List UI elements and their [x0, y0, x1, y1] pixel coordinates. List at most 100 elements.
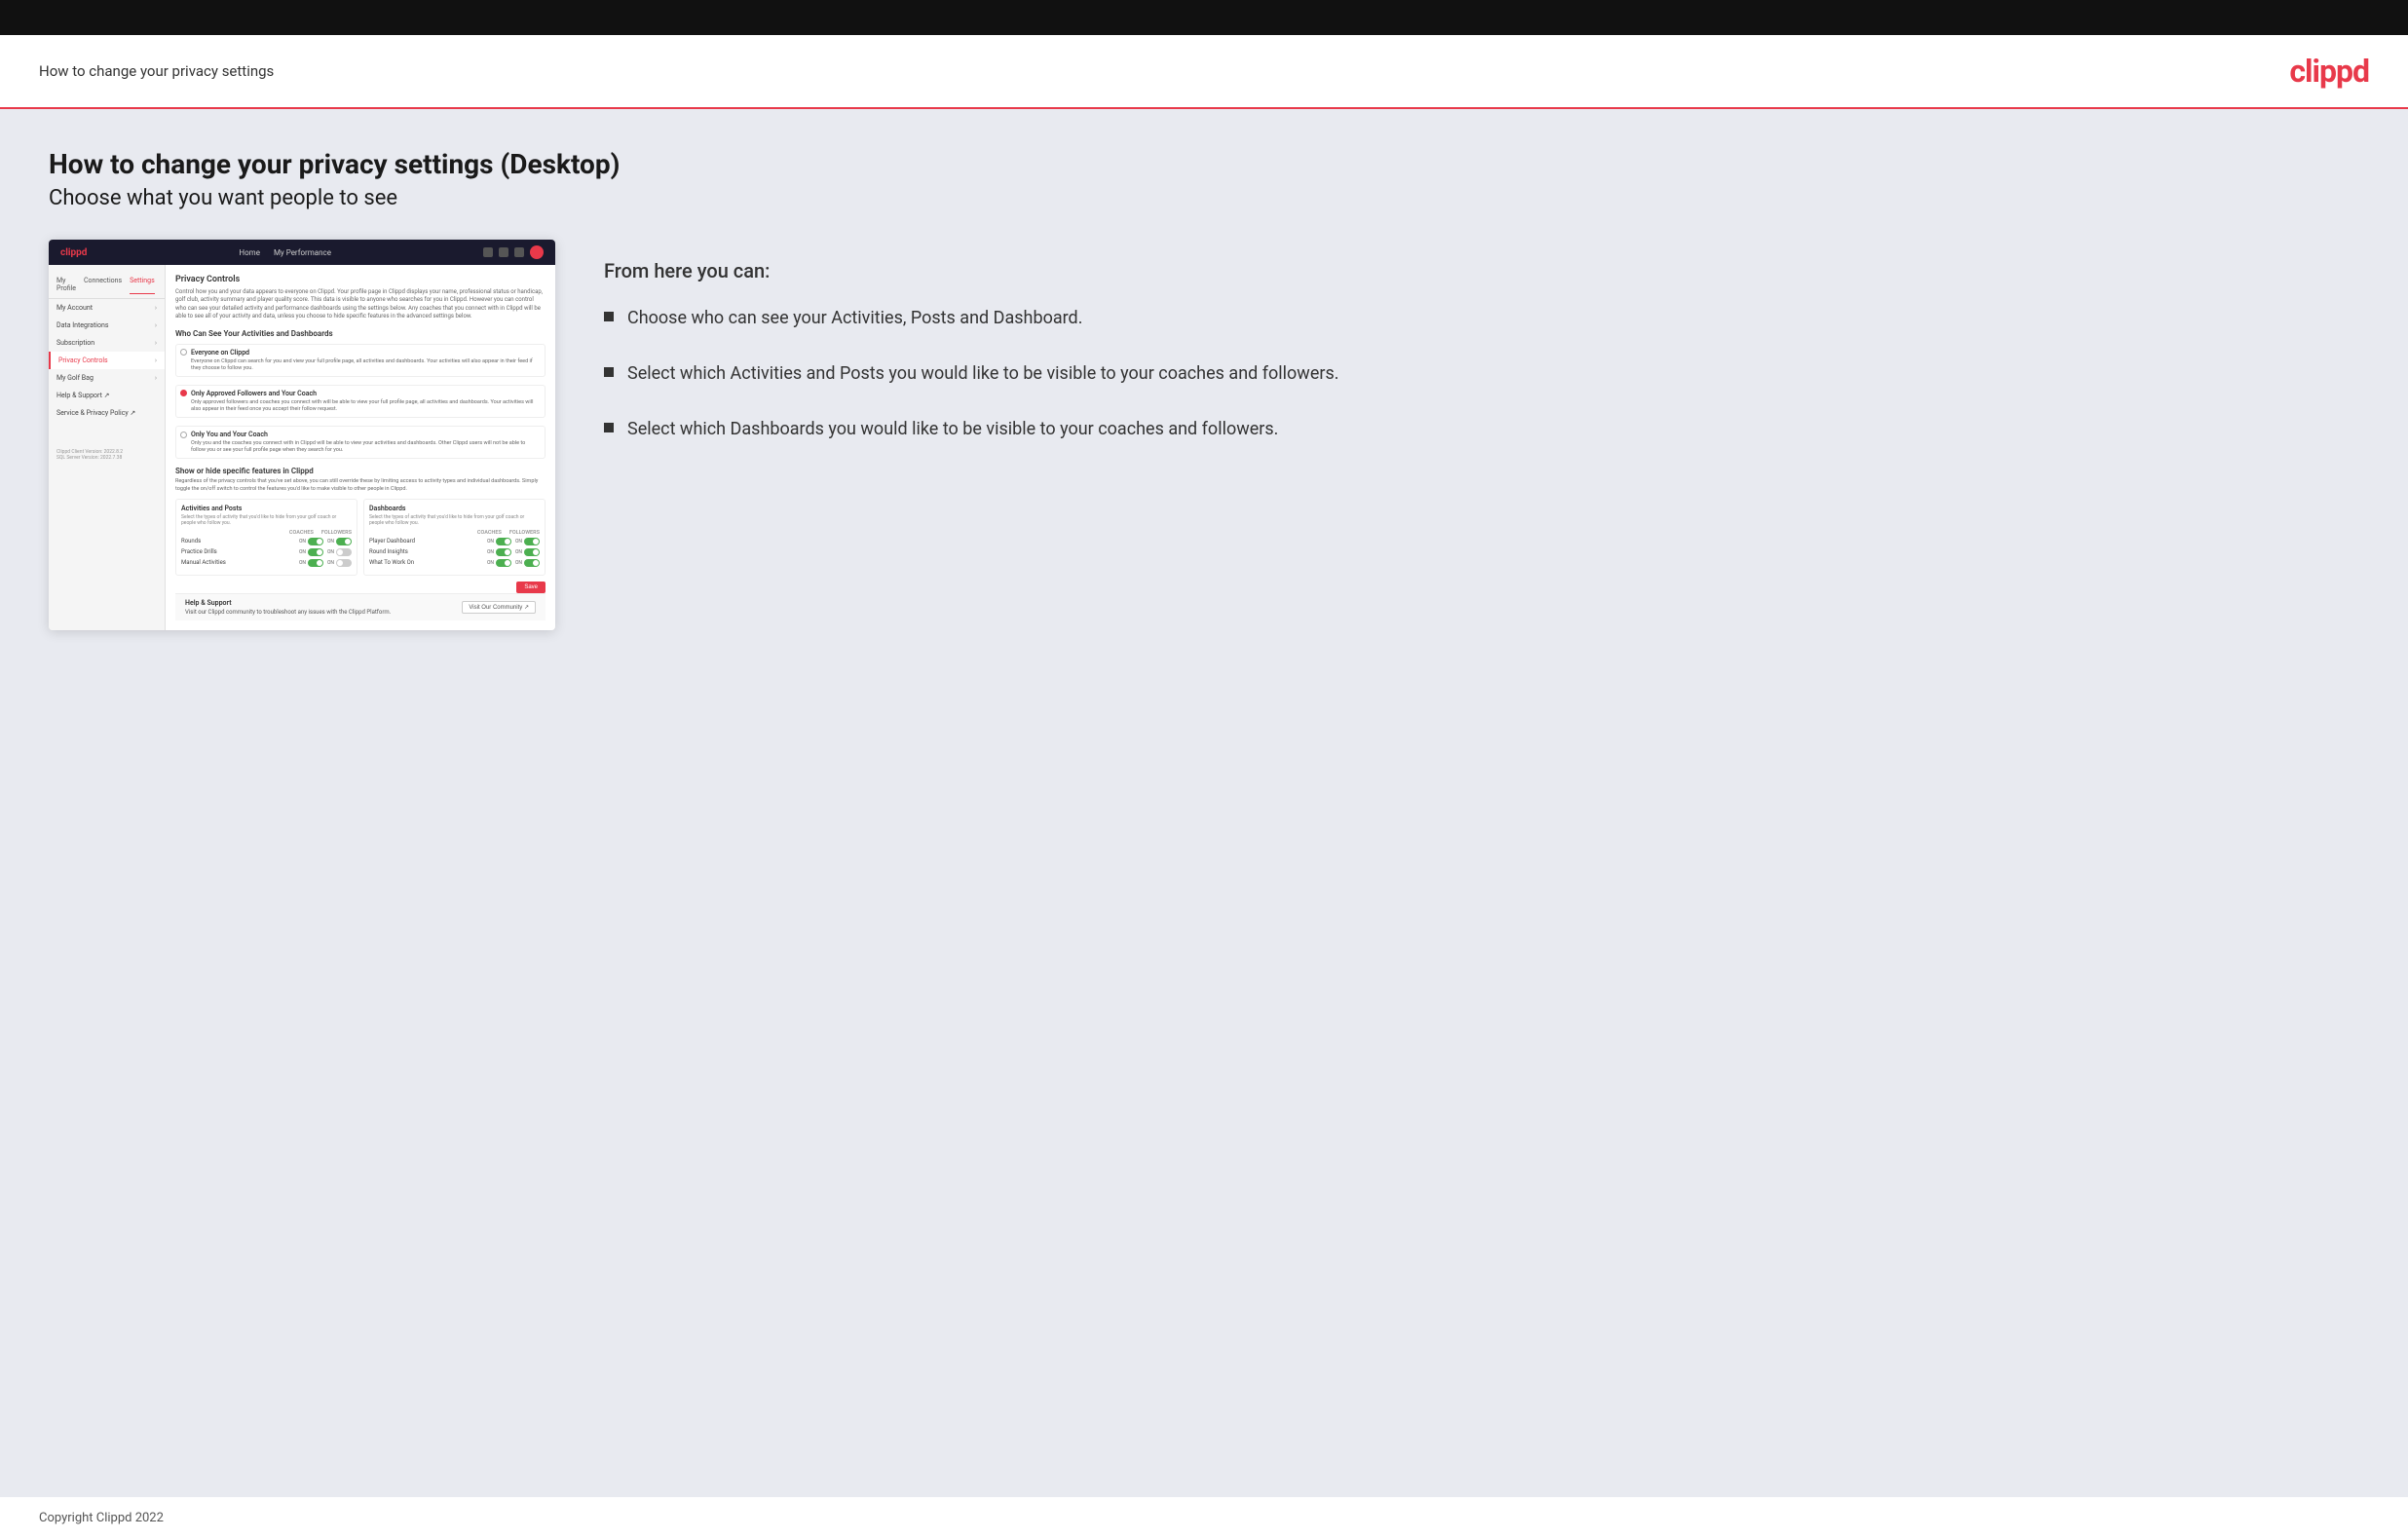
header: How to change your privacy settings clip… [0, 35, 2408, 109]
ri-coaches-on-label: ON [487, 549, 494, 555]
radio-followers-coach-desc: Only approved followers and coaches you … [191, 399, 541, 413]
wtwo-followers-toggle[interactable] [524, 559, 540, 567]
dashboards-panel-desc: Select the types of activity that you'd … [369, 514, 540, 526]
save-button[interactable]: Save [516, 582, 546, 593]
ri-followers-toggle[interactable] [524, 548, 540, 556]
bullet-item-2: Select which Activities and Posts you wo… [604, 361, 2359, 386]
sidebar-item-my-account[interactable]: My Account› [49, 299, 165, 317]
tab-connections[interactable]: Connections [84, 277, 122, 294]
radio-only-you-button[interactable] [180, 432, 187, 438]
pd-followers-on-label: ON [515, 539, 522, 544]
radio-only-you[interactable]: Only You and Your Coach Only you and the… [175, 426, 546, 459]
toggle-round-insights-label: Round Insights [369, 548, 408, 555]
radio-everyone[interactable]: Everyone on Clippd Everyone on Clippd ca… [175, 344, 546, 377]
wtwo-coaches-on-label: ON [487, 560, 494, 566]
main-content: How to change your privacy settings (Des… [0, 109, 2408, 1497]
mockup-icons [483, 245, 544, 259]
tab-settings[interactable]: Settings [130, 277, 155, 294]
mockup-nav: Home My Performance [239, 248, 331, 257]
radio-followers-coach[interactable]: Only Approved Followers and Your Coach O… [175, 385, 546, 418]
activities-panel-desc: Select the types of activity that you'd … [181, 514, 352, 526]
sidebar-item-privacy-controls[interactable]: Privacy Controls› [49, 352, 165, 369]
wtwo-followers-on-label: ON [515, 560, 522, 566]
wtwo-coaches-toggle[interactable] [496, 559, 511, 567]
who-can-see-title: Who Can See Your Activities and Dashboar… [175, 329, 546, 338]
mockup-topbar: clippd Home My Performance [49, 240, 555, 265]
sidebar-item-data-integrations[interactable]: Data Integrations› [49, 317, 165, 334]
drills-followers-on-label: ON [327, 549, 334, 555]
right-panel: From here you can: Choose who can see yo… [604, 240, 2359, 442]
drills-coaches-toggle[interactable] [308, 548, 323, 556]
sidebar-item-my-golf-bag[interactable]: My Golf Bag› [49, 369, 165, 387]
bullet-text-3: Select which Dashboards you would like t… [627, 417, 1278, 441]
dashboards-panel: Dashboards Select the types of activity … [363, 499, 546, 576]
rounds-followers-toggle[interactable] [336, 538, 352, 545]
rounds-coaches-on-label: ON [299, 539, 306, 544]
avatar-icon [530, 245, 544, 259]
bullet-square-3 [604, 423, 614, 432]
from-here-title: From here you can: [604, 259, 2359, 282]
mockup-sidebar-tabs: My Profile Connections Settings [49, 273, 165, 299]
activities-panel: Activities and Posts Select the types of… [175, 499, 357, 576]
toggle-round-insights: Round Insights ON ON [369, 548, 540, 556]
radio-followers-coach-label: Only Approved Followers and Your Coach [191, 390, 317, 397]
toggle-what-to-work-on-label: What To Work On [369, 559, 414, 566]
search-icon [483, 247, 493, 257]
drills-coaches-on-label: ON [299, 549, 306, 555]
toggle-practice-drills-label: Practice Drills [181, 548, 217, 555]
toggle-what-to-work-on: What To Work On ON ON [369, 559, 540, 567]
rounds-coaches-toggle[interactable] [308, 538, 323, 545]
top-bar [0, 0, 2408, 35]
help-desc: Visit our Clippd community to troublesho… [185, 609, 391, 616]
manual-coaches-toggle[interactable] [308, 559, 323, 567]
content-columns: clippd Home My Performance My Profile [49, 240, 2359, 630]
tab-my-profile[interactable]: My Profile [56, 277, 76, 294]
header-title: How to change your privacy settings [39, 62, 274, 80]
privacy-controls-title: Privacy Controls [175, 275, 546, 284]
notifications-icon [499, 247, 508, 257]
mockup-main-panel: Privacy Controls Control how you and you… [166, 265, 555, 630]
activities-col-headers: COACHES FOLLOWERS [181, 530, 352, 536]
dashboards-panel-title: Dashboards [369, 505, 540, 512]
bullet-text-2: Select which Activities and Posts you wo… [627, 361, 1339, 386]
sidebar-item-help-support[interactable]: Help & Support ↗ [49, 387, 165, 404]
pd-followers-toggle[interactable] [524, 538, 540, 545]
pd-coaches-toggle[interactable] [496, 538, 511, 545]
rounds-followers-on-label: ON [327, 539, 334, 544]
radio-followers-coach-button[interactable] [180, 390, 187, 396]
mockup-body: My Profile Connections Settings My Accou… [49, 265, 555, 630]
help-title: Help & Support [185, 599, 391, 607]
manual-followers-toggle[interactable] [336, 559, 352, 567]
version-text: Clippd Client Version: 2022.8.2SQL Serve… [49, 441, 165, 469]
mockup-sidebar: My Profile Connections Settings My Accou… [49, 265, 166, 630]
bullet-square-1 [604, 312, 614, 321]
footer: Copyright Clippd 2022 [0, 1497, 2408, 1539]
page-heading: How to change your privacy settings (Des… [49, 148, 2359, 180]
sidebar-item-subscription[interactable]: Subscription› [49, 334, 165, 352]
radio-everyone-button[interactable] [180, 349, 187, 356]
visit-community-button[interactable]: Visit Our Community ↗ [462, 601, 536, 614]
bullet-square-2 [604, 367, 614, 377]
activities-panel-title: Activities and Posts [181, 505, 352, 512]
toggle-player-dashboard-label: Player Dashboard [369, 538, 415, 544]
radio-everyone-desc: Everyone on Clippd can search for you an… [191, 358, 541, 372]
save-row: Save [175, 582, 546, 593]
bullet-list: Choose who can see your Activities, Post… [604, 306, 2359, 442]
bullet-item-3: Select which Dashboards you would like t… [604, 417, 2359, 441]
mockup-nav-home: Home [239, 248, 260, 257]
page-subheading: Choose what you want people to see [49, 186, 2359, 210]
radio-everyone-label: Everyone on Clippd [191, 349, 249, 357]
bullet-text-1: Choose who can see your Activities, Post… [627, 306, 1082, 330]
sidebar-item-service-privacy[interactable]: Service & Privacy Policy ↗ [49, 404, 165, 422]
ri-coaches-toggle[interactable] [496, 548, 511, 556]
toggle-practice-drills: Practice Drills ON ON [181, 548, 352, 556]
toggle-rounds: Rounds ON ON [181, 538, 352, 545]
toggle-rounds-label: Rounds [181, 538, 201, 544]
manual-followers-on-label: ON [327, 560, 334, 566]
mockup-logo: clippd [60, 247, 87, 258]
bullet-item-1: Choose who can see your Activities, Post… [604, 306, 2359, 330]
dashboards-col-headers: COACHES FOLLOWERS [369, 530, 540, 536]
manual-coaches-on-label: ON [299, 560, 306, 566]
mockup-nav-performance: My Performance [274, 248, 331, 257]
drills-followers-toggle[interactable] [336, 548, 352, 556]
